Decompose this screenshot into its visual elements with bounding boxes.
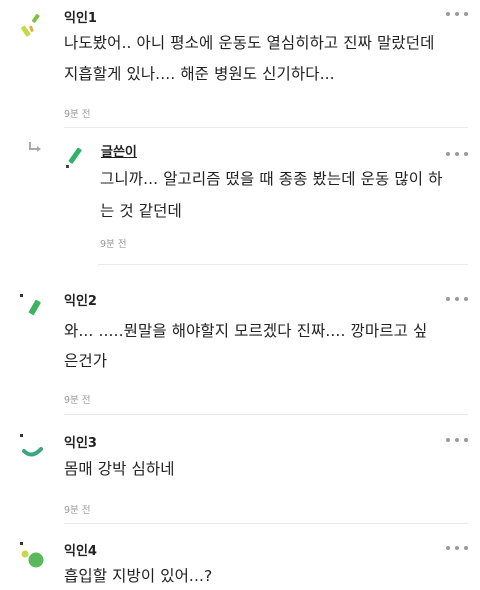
comment-3: 익인2 와... .....뭔말을 해야할지 모르겠다 진짜.... 깡마르고 …	[0, 280, 480, 420]
more-options-button[interactable]	[446, 10, 468, 18]
comment-author[interactable]: 글쓴이	[101, 141, 137, 160]
comment-text-line: 는 것 같던데	[100, 202, 182, 220]
divider	[64, 523, 468, 524]
comment-author[interactable]: 익인4	[64, 540, 97, 559]
comment-author[interactable]: 익인2	[64, 290, 97, 309]
more-options-button[interactable]	[446, 295, 468, 303]
comment-text-line: 흡입할 지방이 있어...?	[64, 567, 213, 585]
reply-arrow-icon	[29, 142, 41, 152]
more-options-button[interactable]	[446, 436, 468, 444]
confetti-avatar-icon	[20, 13, 40, 37]
comment-reply: 글쓴이 그니까... 알고리즘 떴을 때 종종 봤는데 운동 많이 하 는 것 …	[0, 128, 480, 268]
slash-avatar-icon	[66, 147, 82, 168]
divider	[64, 414, 468, 415]
comment-text-line: 은건가	[64, 352, 108, 370]
comment-text-line: 그니까... 알고리즘 떴을 때 종종 봤는데 운동 많이 하	[100, 170, 443, 188]
comment-time: 9분 전	[64, 505, 91, 516]
comment-5: 익인4 흡입할 지방이 있어...?	[0, 530, 480, 590]
divider	[98, 264, 468, 265]
more-options-button[interactable]	[446, 150, 468, 158]
comment-author[interactable]: 익인3	[64, 432, 97, 451]
dots-avatar-icon	[20, 542, 44, 568]
comment-text-line: 와... .....뭔말을 해야할지 모르겠다 진짜.... 깡마르고 싶	[64, 322, 428, 340]
comment-4: 익인3 몸매 강박 심하네 9분 전	[0, 422, 480, 524]
arc-avatar-icon	[20, 434, 43, 457]
comment-author[interactable]: 익인1	[64, 7, 97, 26]
comment-time: 9분 전	[100, 239, 127, 250]
comment-text-line: 지흡할게 있나.... 해준 병원도 신기하다...	[64, 65, 335, 83]
comment-1: 익인1 나도봤어.. 아니 평소에 운동도 열심히하고 진짜 말랐던데 지흡할게…	[0, 0, 480, 128]
comment-text-line: 나도봤어.. 아니 평소에 운동도 열심히하고 진짜 말랐던데	[64, 34, 435, 52]
more-options-button[interactable]	[446, 544, 468, 552]
comment-text-line: 몸매 강박 심하네	[64, 460, 175, 478]
slash-avatar-icon	[20, 294, 41, 316]
comment-time: 9분 전	[64, 109, 91, 120]
comment-time: 9분 전	[64, 395, 91, 406]
